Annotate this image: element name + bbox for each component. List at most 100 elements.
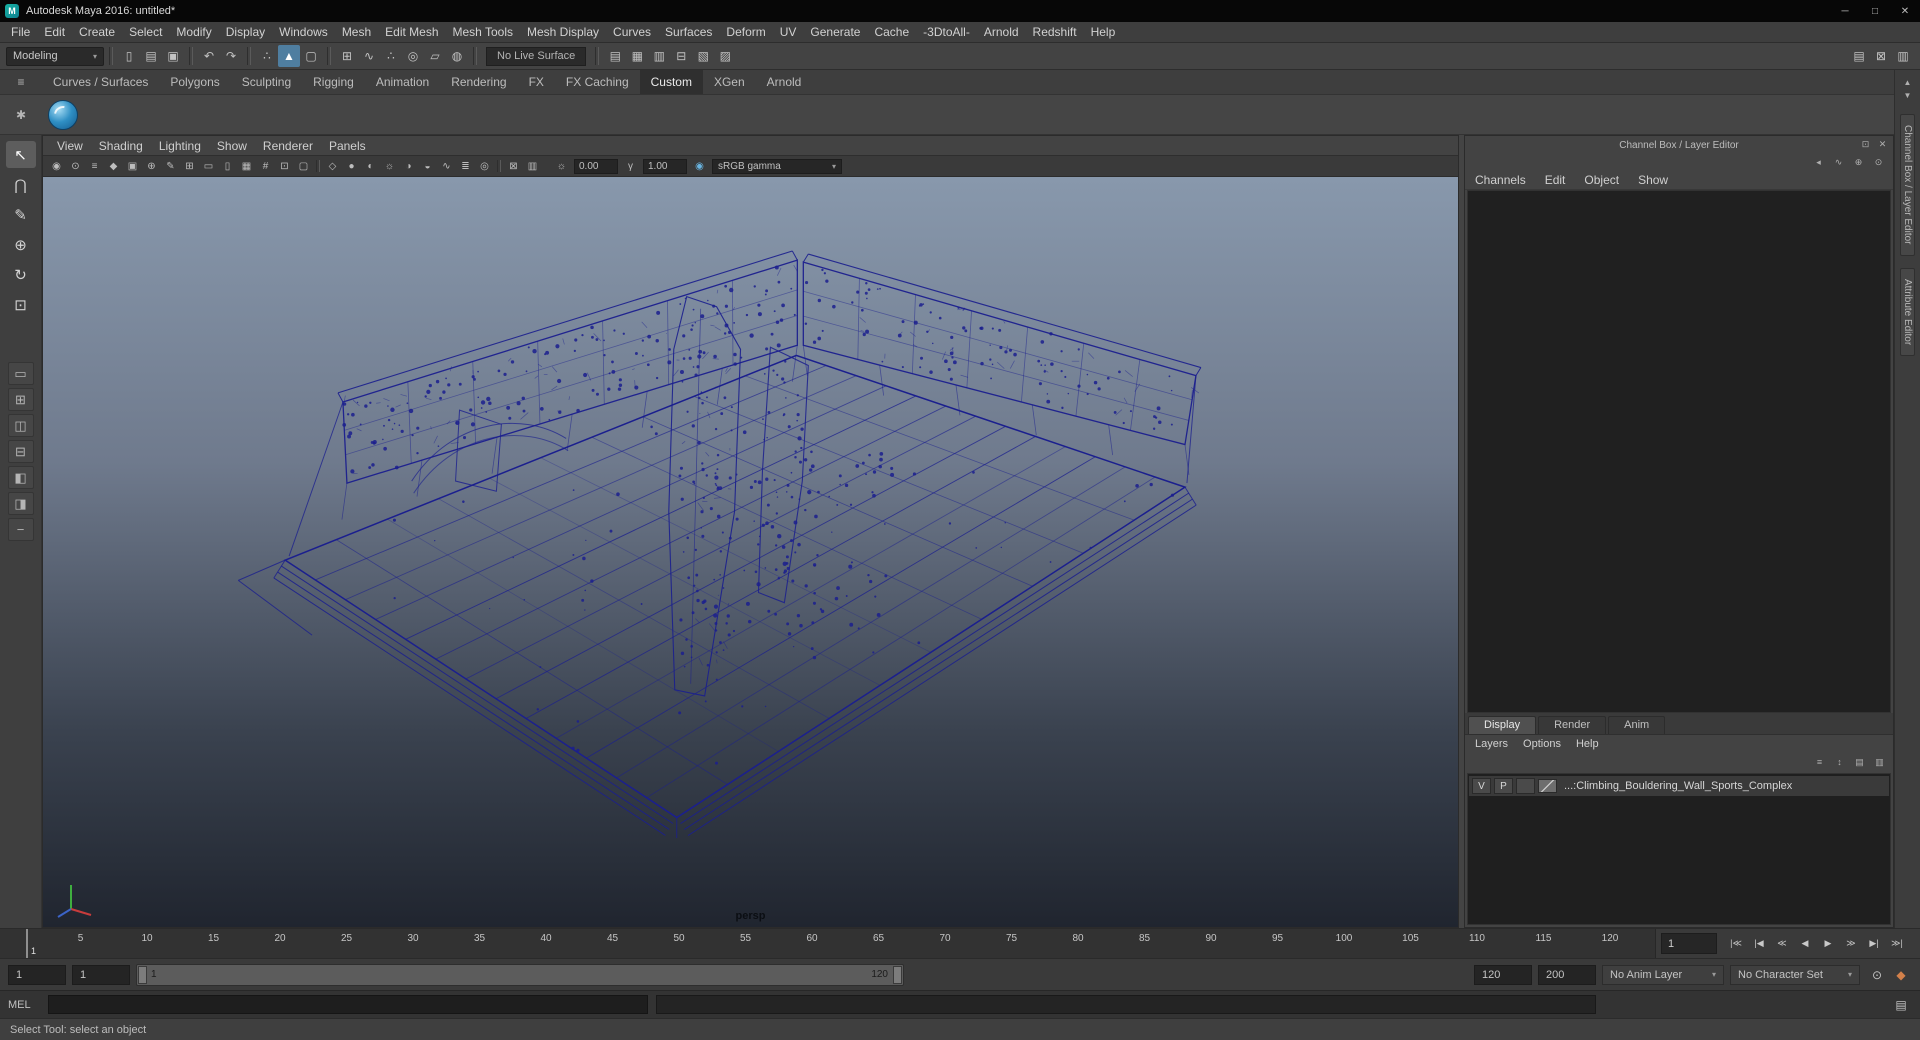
- move-tool[interactable]: ⊕: [6, 231, 36, 258]
- step-back-frame-button[interactable]: |◀: [1748, 934, 1770, 954]
- channel-box-menu-channels[interactable]: Channels: [1475, 173, 1526, 187]
- snap-to-view-planes-icon[interactable]: ▱: [424, 45, 446, 67]
- view-transform-dropdown[interactable]: sRGB gamma ▾: [712, 158, 842, 174]
- shelf-tab-fx-caching[interactable]: FX Caching: [555, 70, 640, 94]
- gamma-icon[interactable]: γ: [621, 158, 640, 174]
- safe-title-icon[interactable]: ▢: [294, 158, 313, 174]
- bookmarks-icon[interactable]: ◆: [104, 158, 123, 174]
- shelf-tab-polygons[interactable]: Polygons: [159, 70, 230, 94]
- select-component-icon[interactable]: ▢: [300, 45, 322, 67]
- menu-3dtoall[interactable]: -3DtoAll-: [916, 25, 977, 39]
- collapse-layouts-button[interactable]: −: [7, 518, 34, 541]
- panel-menu-shading[interactable]: Shading: [91, 139, 151, 153]
- render-current-frame-icon[interactable]: ▦: [626, 45, 648, 67]
- command-language-toggle[interactable]: MEL: [8, 999, 40, 1011]
- panel-menu-lighting[interactable]: Lighting: [151, 139, 209, 153]
- panel-menu-panels[interactable]: Panels: [321, 139, 374, 153]
- range-start-handle[interactable]: [138, 965, 147, 984]
- paint-select-tool[interactable]: ✎: [6, 201, 36, 228]
- menu-modify[interactable]: Modify: [169, 25, 218, 39]
- make-live-icon[interactable]: ◍: [446, 45, 468, 67]
- rotate-tool[interactable]: ↻: [6, 261, 36, 288]
- menu-arnold[interactable]: Arnold: [977, 25, 1026, 39]
- redo-icon[interactable]: ↷: [220, 45, 242, 67]
- side-by-side-layout[interactable]: ◫: [7, 414, 34, 437]
- shelf-tab-rendering[interactable]: Rendering: [440, 70, 517, 94]
- side-tab-channel-box-layer-editor[interactable]: Channel Box / Layer Editor: [1900, 114, 1915, 256]
- panel-menu-renderer[interactable]: Renderer: [255, 139, 321, 153]
- undo-icon[interactable]: ↶: [198, 45, 220, 67]
- animation-start-field[interactable]: 1: [8, 964, 66, 985]
- select-tool[interactable]: ↖: [5, 141, 36, 168]
- scroll-down-icon[interactable]: ▼: [1900, 89, 1916, 102]
- film-gate-icon[interactable]: ▭: [199, 158, 218, 174]
- shelf-menu-icon[interactable]: ≡: [11, 73, 31, 91]
- new-layer-from-selected-icon[interactable]: ▥: [1871, 755, 1888, 770]
- screen-space-ao-icon[interactable]: ◒: [418, 158, 437, 174]
- depth-of-field-icon[interactable]: ◎: [475, 158, 494, 174]
- select-hierarchy-icon[interactable]: ∴: [256, 45, 278, 67]
- layer-color-swatch[interactable]: [1538, 779, 1557, 793]
- shelf-tab-fx[interactable]: FX: [518, 70, 555, 94]
- sidebar-attribute-editor-icon[interactable]: ▤: [1848, 45, 1870, 67]
- animation-end-field[interactable]: 200: [1538, 964, 1596, 985]
- ipr-render-icon[interactable]: ▥: [648, 45, 670, 67]
- menu-deform[interactable]: Deform: [719, 25, 772, 39]
- auto-keyframe-toggle-icon[interactable]: ◆: [1890, 964, 1912, 986]
- open-scene-icon[interactable]: ▤: [140, 45, 162, 67]
- layer-menu-options[interactable]: Options: [1523, 738, 1561, 750]
- snap-to-grid-icon[interactable]: ⊞: [336, 45, 358, 67]
- hypershade-icon[interactable]: ▧: [692, 45, 714, 67]
- step-back-key-button[interactable]: ≪: [1771, 934, 1793, 954]
- use-all-lights-icon[interactable]: ☼: [380, 158, 399, 174]
- snap-to-curves-icon[interactable]: ∿: [358, 45, 380, 67]
- snap-to-projected-center-icon[interactable]: ◎: [402, 45, 424, 67]
- three-pane-left-layout[interactable]: ◧: [7, 466, 34, 489]
- layer-name-label[interactable]: ...:Climbing_Bouldering_Wall_Sports_Comp…: [1564, 780, 1792, 792]
- minimize-button[interactable]: ─: [1830, 0, 1860, 22]
- channel-list-area[interactable]: [1467, 190, 1891, 713]
- new-empty-layer-icon[interactable]: ▤: [1851, 755, 1868, 770]
- move-layer-icon[interactable]: ↕: [1831, 755, 1848, 770]
- step-forward-key-button[interactable]: ≫: [1840, 934, 1862, 954]
- current-time-marker[interactable]: [26, 929, 28, 958]
- layer-menu-layers[interactable]: Layers: [1475, 738, 1508, 750]
- layer-editor-tab-anim[interactable]: Anim: [1608, 716, 1666, 734]
- sidebar-channel-box-icon[interactable]: ▥: [1892, 45, 1914, 67]
- layer-visibility-toggle[interactable]: V: [1472, 778, 1491, 794]
- gamma-field[interactable]: 1.00: [643, 158, 687, 174]
- play-forwards-button[interactable]: ▶: [1817, 934, 1839, 954]
- layer-editor-tab-render[interactable]: Render: [1538, 716, 1607, 734]
- layer-display-type-toggle[interactable]: [1516, 778, 1535, 794]
- light-editor-icon[interactable]: ▨: [714, 45, 736, 67]
- time-slider[interactable]: 1 5 10 15 20 25 30 35 40 45 50 55 60 65 70 75 80 85 90 95 1…: [0, 929, 1656, 958]
- close-icon[interactable]: ✕: [1874, 137, 1891, 152]
- menu-mesh[interactable]: Mesh: [335, 25, 378, 39]
- menu-edit[interactable]: Edit: [37, 25, 72, 39]
- lasso-tool[interactable]: ⋂: [6, 171, 36, 198]
- close-button[interactable]: ✕: [1890, 0, 1920, 22]
- go-to-end-button[interactable]: ≫|: [1886, 934, 1908, 954]
- menu-mesh-display[interactable]: Mesh Display: [520, 25, 606, 39]
- character-set-dropdown[interactable]: No Character Set ▾: [1730, 964, 1860, 985]
- slider-speed-icon[interactable]: ∿: [1830, 155, 1847, 170]
- field-chart-icon[interactable]: #: [256, 158, 275, 174]
- image-plane-icon[interactable]: ▣: [123, 158, 142, 174]
- lock-camera-icon[interactable]: ⊙: [66, 158, 85, 174]
- single-pane-layout[interactable]: ▭: [7, 362, 34, 385]
- shelf-tab-xgen[interactable]: XGen: [703, 70, 756, 94]
- playback-start-field[interactable]: 1: [72, 964, 130, 985]
- motion-blur-icon[interactable]: ∿: [437, 158, 456, 174]
- range-end-handle[interactable]: [893, 965, 902, 984]
- wireframe-icon[interactable]: ◇: [323, 158, 342, 174]
- menu-edit-mesh[interactable]: Edit Mesh: [378, 25, 445, 39]
- safe-action-icon[interactable]: ⊡: [275, 158, 294, 174]
- render-view-icon[interactable]: ▤: [604, 45, 626, 67]
- shelf-tab-curves-surfaces[interactable]: Curves / Surfaces: [42, 70, 159, 94]
- resolution-gate-icon[interactable]: ▯: [218, 158, 237, 174]
- command-input[interactable]: [48, 995, 648, 1014]
- channel-box-menu-show[interactable]: Show: [1638, 173, 1668, 187]
- menu-mesh-tools[interactable]: Mesh Tools: [446, 25, 520, 39]
- exposure-field[interactable]: 0.00: [574, 158, 618, 174]
- x-ray-icon[interactable]: ▥: [523, 158, 542, 174]
